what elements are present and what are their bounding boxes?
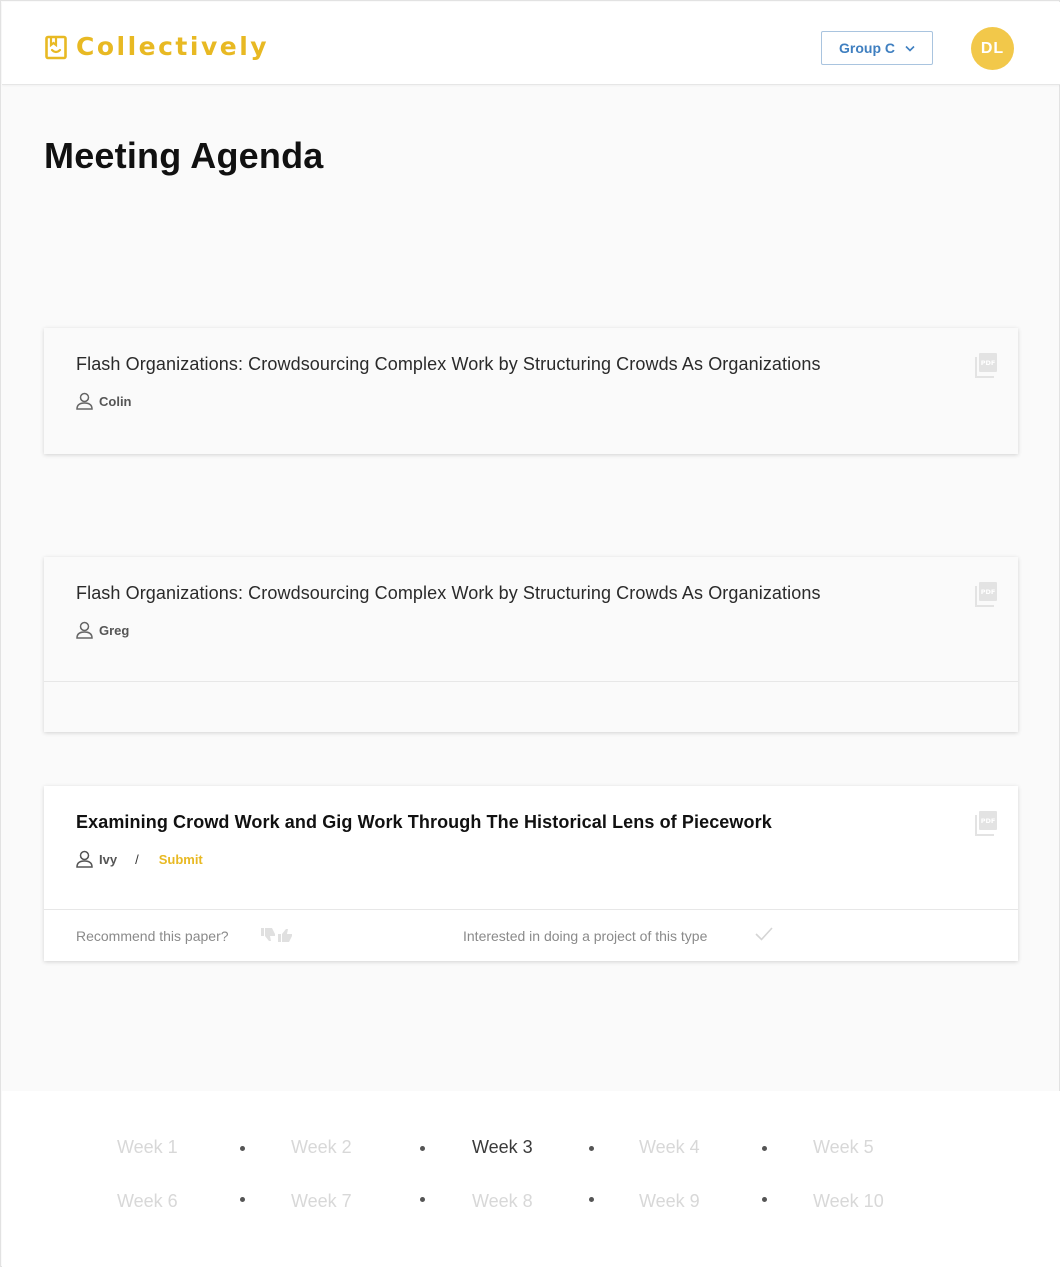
week-link[interactable]: Week 10 [813, 1191, 884, 1212]
card-meta: Ivy / Submit [76, 850, 203, 868]
week-separator-dot [762, 1146, 767, 1151]
paper-title[interactable]: Flash Organizations: Crowdsourcing Compl… [76, 583, 821, 604]
agenda-card: Flash Organizations: Crowdsourcing Compl… [44, 328, 1018, 454]
card-footer [44, 681, 1018, 732]
recommend-label: Recommend this paper? [76, 928, 229, 944]
chevron-down-icon [905, 45, 915, 52]
week-link[interactable]: Week 9 [639, 1191, 700, 1212]
meta-separator: / [135, 851, 139, 867]
week-separator-dot [589, 1197, 594, 1202]
presenter-name: Greg [99, 622, 130, 638]
interest-label: Interested in doing a project of this ty… [463, 928, 708, 944]
paper-title[interactable]: Flash Organizations: Crowdsourcing Compl… [76, 354, 821, 375]
card-meta: Colin [76, 392, 132, 410]
week-link-current[interactable]: Week 3 [472, 1137, 533, 1158]
app-name: Collectively [76, 32, 270, 61]
thumbs-up-icon[interactable] [278, 928, 293, 947]
svg-text:PDF: PDF [981, 359, 996, 367]
pdf-icon[interactable]: PDF [975, 352, 998, 378]
group-select-label: Group C [839, 40, 895, 56]
week-separator-dot [589, 1146, 594, 1151]
app-frame: Collectively Group C DL Meeting Agenda F… [0, 0, 1060, 1267]
person-icon [76, 621, 93, 639]
week-link[interactable]: Week 6 [117, 1191, 178, 1212]
week-separator-dot [240, 1197, 245, 1202]
agenda-card-active: Examining Crowd Work and Gig Work Throug… [44, 786, 1018, 961]
svg-text:PDF: PDF [981, 588, 996, 596]
presenter-name: Ivy [99, 851, 118, 867]
page-title: Meeting Agenda [44, 135, 324, 176]
week-link[interactable]: Week 7 [291, 1191, 352, 1212]
week-link[interactable]: Week 2 [291, 1137, 352, 1158]
pdf-icon[interactable]: PDF [975, 810, 998, 836]
week-separator-dot [762, 1197, 767, 1202]
person-icon [76, 850, 93, 868]
app-logo[interactable]: Collectively [45, 32, 269, 62]
paper-title[interactable]: Examining Crowd Work and Gig Work Throug… [76, 812, 772, 833]
top-header: Collectively Group C DL [2, 2, 1060, 85]
week-link[interactable]: Week 5 [813, 1137, 874, 1158]
week-separator-dot [420, 1197, 425, 1202]
card-meta: Greg [76, 621, 129, 639]
card-footer: Recommend this paper? Interested in doin… [44, 909, 1018, 961]
submit-link[interactable]: Submit [159, 852, 203, 867]
logo-book-icon [45, 33, 67, 61]
pdf-icon[interactable]: PDF [975, 581, 998, 607]
week-link[interactable]: Week 1 [117, 1137, 178, 1158]
thumbs-down-icon[interactable] [261, 928, 276, 947]
presenter-name: Colin [99, 393, 132, 409]
user-avatar[interactable]: DL [971, 27, 1014, 70]
week-link[interactable]: Week 4 [639, 1137, 700, 1158]
recommend-thumbs [261, 928, 293, 947]
week-separator-dot [240, 1146, 245, 1151]
week-nav: Week 1 Week 2 Week 3 Week 4 Week 5 Week … [2, 1091, 1060, 1267]
agenda-card: Flash Organizations: Crowdsourcing Compl… [44, 557, 1018, 732]
week-link[interactable]: Week 8 [472, 1191, 533, 1212]
person-icon [76, 392, 93, 410]
group-select[interactable]: Group C [821, 31, 933, 65]
svg-text:PDF: PDF [981, 817, 996, 825]
checkmark-icon[interactable] [754, 926, 774, 947]
week-separator-dot [420, 1146, 425, 1151]
